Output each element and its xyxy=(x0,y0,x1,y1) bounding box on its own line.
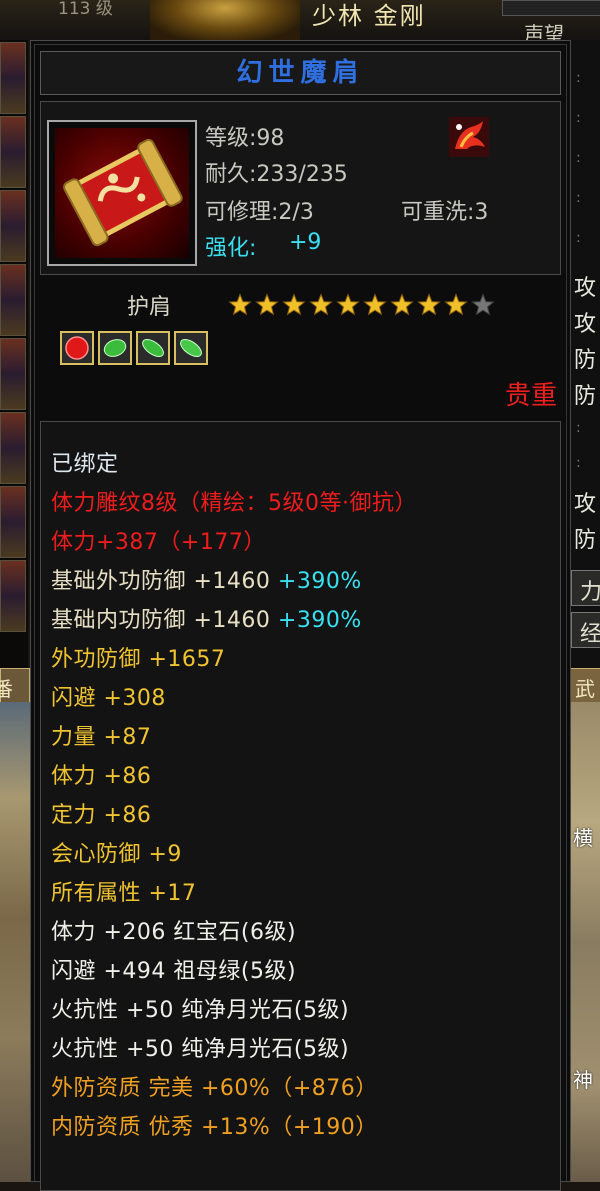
equip-slot-icon[interactable] xyxy=(0,264,26,336)
star-filled-icon xyxy=(390,293,414,316)
item-slot-section: 护肩 贵重 xyxy=(40,279,561,415)
equip-slot-icon[interactable] xyxy=(0,338,26,410)
equipment-slot-column xyxy=(0,40,28,670)
right-panel-tab[interactable]: 武 xyxy=(566,668,600,704)
strength: 力量 +87 xyxy=(51,725,152,750)
stamina: 体力 +86 xyxy=(51,764,152,789)
left-panel-tab[interactable]: 番 xyxy=(0,668,30,704)
item-tooltip: 幻世魔肩 等级:98 耐久:233/235 可修理:2/3 可重洗:3 强化: … xyxy=(30,40,571,1191)
item-durability: 耐久:233/235 xyxy=(205,162,348,187)
item-repairable: 可修理:2/3 xyxy=(205,200,314,225)
ext-def: 外功防御 +1657 xyxy=(51,647,226,672)
base-int-def: 基础内功防御 +1460 +390% xyxy=(51,608,362,633)
equip-slot-icon[interactable] xyxy=(0,412,26,484)
item-enhance-value: +9 xyxy=(289,230,322,255)
item-rarity: 贵重 xyxy=(504,381,557,411)
crit-def: 会心防御 +9 xyxy=(51,842,182,867)
ext-def-quality: 外防资质 完美 +60%（+876） xyxy=(51,1076,378,1101)
character-header: 113 级 少林 金刚 声望 xyxy=(0,0,600,46)
bound-status: 已绑定 xyxy=(51,452,119,477)
gem-bonus-2: 闪避 +494 祖母绿(5级) xyxy=(51,959,297,984)
gem-bonus-3: 火抗性 +50 纯净月光石(5级) xyxy=(51,998,350,1023)
item-enhance-label: 强化: xyxy=(205,236,257,261)
attribute-button[interactable]: 力 xyxy=(571,570,600,606)
base-ext-def: 基础外功防御 +1460 +390% xyxy=(51,569,362,594)
item-title: 幻世魔肩 xyxy=(236,58,365,88)
attribute-button[interactable]: 经 xyxy=(571,612,600,648)
engrave-stamina: 体力+387（+177） xyxy=(51,530,266,555)
header-tab[interactable] xyxy=(502,0,600,16)
character-name: 少林 金刚 xyxy=(312,2,426,30)
item-rewashable: 可重洗:3 xyxy=(401,200,489,225)
gem-bonus-4: 火抗性 +50 纯净月光石(5级) xyxy=(51,1037,350,1062)
equip-slot-icon[interactable] xyxy=(0,42,26,114)
star-filled-icon xyxy=(417,293,441,316)
right-attr-char: 防 xyxy=(574,348,597,373)
red-gem-icon xyxy=(60,331,94,365)
star-filled-icon xyxy=(282,293,306,316)
engrave-line: 体力雕纹8级（精绘：5级0等·御抗） xyxy=(51,491,417,516)
item-info-box: 等级:98 耐久:233/235 可修理:2/3 可重洗:3 强化: +9 xyxy=(40,101,561,275)
star-empty-icon xyxy=(471,293,495,316)
phoenix-icon xyxy=(449,117,489,157)
character-portrait xyxy=(150,0,300,40)
int-def-quality: 内防资质 优秀 +13%（+190） xyxy=(51,1115,378,1140)
enhance-stars xyxy=(228,293,495,317)
star-filled-icon xyxy=(228,293,252,316)
dodge: 闪避 +308 xyxy=(51,686,166,711)
shoulder-scroll-icon xyxy=(55,128,189,258)
all-attr: 所有属性 +17 xyxy=(51,881,197,906)
star-filled-icon xyxy=(255,293,279,316)
right-attr-char: 防 xyxy=(574,384,597,409)
right-attr-char: 攻 xyxy=(574,276,597,301)
character-level: 113 级 xyxy=(58,0,113,19)
gem-bonus-1: 体力 +206 红宝石(6级) xyxy=(51,920,297,945)
gem-sockets xyxy=(60,331,208,365)
star-filled-icon xyxy=(309,293,333,316)
equip-slot-icon[interactable] xyxy=(0,486,26,558)
equip-slot-icon[interactable] xyxy=(0,560,26,632)
right-attr-char: 防 xyxy=(574,528,597,553)
focus: 定力 +86 xyxy=(51,803,152,828)
item-level: 等级:98 xyxy=(205,126,285,151)
right-attr-char: 攻 xyxy=(574,492,597,517)
base-int-def-pct: +390% xyxy=(277,608,362,633)
attribute-list: 已绑定 体力雕纹8级（精绘：5级0等·御抗） 体力+387（+177） 基础外功… xyxy=(40,421,561,1191)
moonstone-gem-icon xyxy=(136,331,170,365)
base-ext-def-pct: +390% xyxy=(277,569,362,594)
item-icon-frame xyxy=(47,120,197,266)
equip-slot-icon[interactable] xyxy=(0,190,26,262)
moonstone-gem-icon xyxy=(174,331,208,365)
star-filled-icon xyxy=(363,293,387,316)
equip-slot-icon[interactable] xyxy=(0,116,26,188)
item-slot-type: 护肩 xyxy=(127,295,172,320)
star-filled-icon xyxy=(336,293,360,316)
right-attr-char: 攻 xyxy=(574,312,597,337)
star-filled-icon xyxy=(444,293,468,316)
item-title-bar: 幻世魔肩 xyxy=(40,51,561,95)
emerald-gem-icon xyxy=(98,331,132,365)
